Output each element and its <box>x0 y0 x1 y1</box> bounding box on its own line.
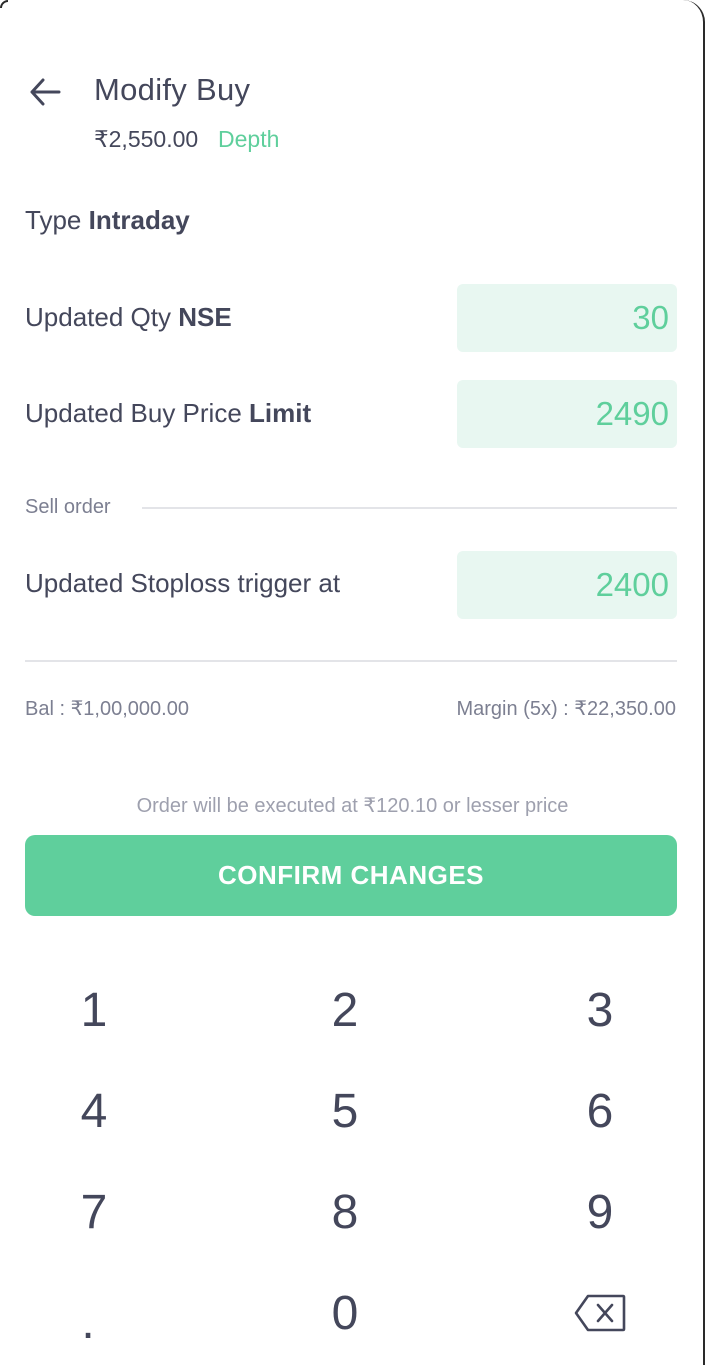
back-button[interactable] <box>22 70 68 114</box>
qty-exchange: NSE <box>178 302 232 332</box>
key-3[interactable]: 3 <box>540 965 660 1055</box>
frame-corner <box>0 0 8 8</box>
order-type-value: Intraday <box>88 205 190 235</box>
buy-price-input[interactable]: 2490 <box>457 380 677 448</box>
key-8[interactable]: 8 <box>285 1167 405 1257</box>
qty-label: Updated Qty <box>25 302 171 332</box>
execution-note: Order will be executed at ₹120.10 or les… <box>136 795 569 817</box>
backspace-button[interactable] <box>540 1268 660 1358</box>
order-type: Type Intraday <box>25 205 190 236</box>
key-decimal[interactable]: . <box>28 1268 148 1358</box>
key-9[interactable]: 9 <box>540 1167 660 1257</box>
stoploss-label: Updated Stoploss trigger at <box>25 568 341 598</box>
key-0[interactable]: 0 <box>285 1268 405 1358</box>
backspace-icon <box>574 1294 626 1332</box>
margin-text: Margin (5x) : ₹22,350.00 <box>456 698 676 720</box>
modify-order-screen: Modify Buy ₹2,550.00 Depth Type Intraday… <box>0 0 705 1365</box>
price-row-label: Updated Buy Price Limit <box>25 398 311 429</box>
balance-text: Bal : ₹1,00,000.00 <box>25 698 189 720</box>
key-5[interactable]: 5 <box>285 1066 405 1156</box>
order-type-label: Type <box>25 205 82 235</box>
qty-input[interactable]: 30 <box>457 284 677 352</box>
stock-price: ₹2,550.00 <box>94 126 199 152</box>
key-6[interactable]: 6 <box>540 1066 660 1156</box>
sell-order-section-label: Sell order <box>25 496 111 518</box>
divider <box>25 660 677 662</box>
key-7[interactable]: 7 <box>34 1167 154 1257</box>
confirm-changes-button[interactable]: CONFIRM CHANGES <box>25 835 677 916</box>
qty-row-label: Updated Qty NSE <box>25 302 232 333</box>
arrow-left-icon <box>30 78 61 106</box>
key-1[interactable]: 1 <box>34 965 154 1055</box>
page-title: Modify Buy <box>94 72 251 107</box>
price-label: Updated Buy Price <box>25 398 242 428</box>
depth-link[interactable]: Depth <box>218 126 279 153</box>
price-type: Limit <box>249 398 312 428</box>
stoploss-input[interactable]: 2400 <box>457 551 677 619</box>
key-4[interactable]: 4 <box>34 1066 154 1156</box>
section-divider <box>142 507 677 509</box>
key-2[interactable]: 2 <box>285 965 405 1055</box>
